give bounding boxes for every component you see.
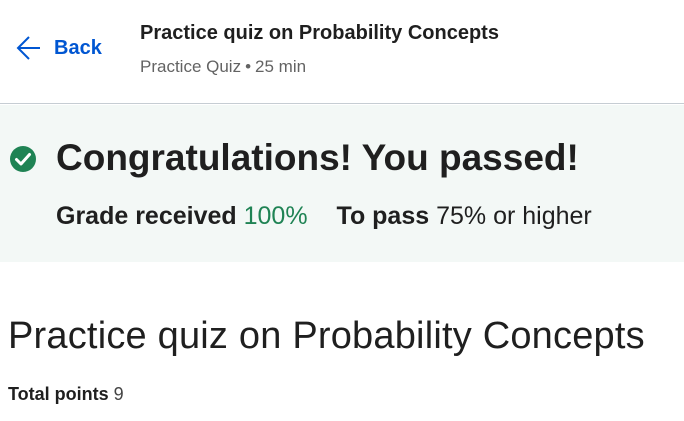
total-points: Total points 9 [8,384,124,405]
result-stats: Grade received 100% To pass 75% or highe… [56,202,592,231]
arrow-left-icon [14,34,42,62]
quiz-title: Practice quiz on Probability Concepts [8,315,645,357]
page-header: Back Practice quiz on Probability Concep… [0,0,684,104]
back-button[interactable]: Back [14,34,102,62]
total-points-label: Total points [8,384,109,404]
quiz-duration: 25 min [255,57,307,76]
result-banner: Congratulations! You passed! Grade recei… [0,105,684,262]
pass-value: 75% or higher [436,202,592,230]
grade-label: Grade received [56,202,237,230]
header-title: Practice quiz on Probability Concepts [140,22,499,44]
grade-value: 100% [243,202,308,230]
pass-requirement: To pass 75% or higher [337,202,592,230]
result-title: Congratulations! You passed! [56,137,579,178]
quiz-type: Practice Quiz [140,57,242,76]
quiz-result-page: Back Practice quiz on Probability Concep… [0,0,684,421]
meta-separator: • [245,57,252,76]
back-label: Back [54,36,102,59]
check-circle-icon [9,145,37,178]
header-meta: Practice Quiz • 25 min [140,57,306,77]
pass-label: To pass [336,202,430,230]
total-points-value: 9 [113,384,124,404]
